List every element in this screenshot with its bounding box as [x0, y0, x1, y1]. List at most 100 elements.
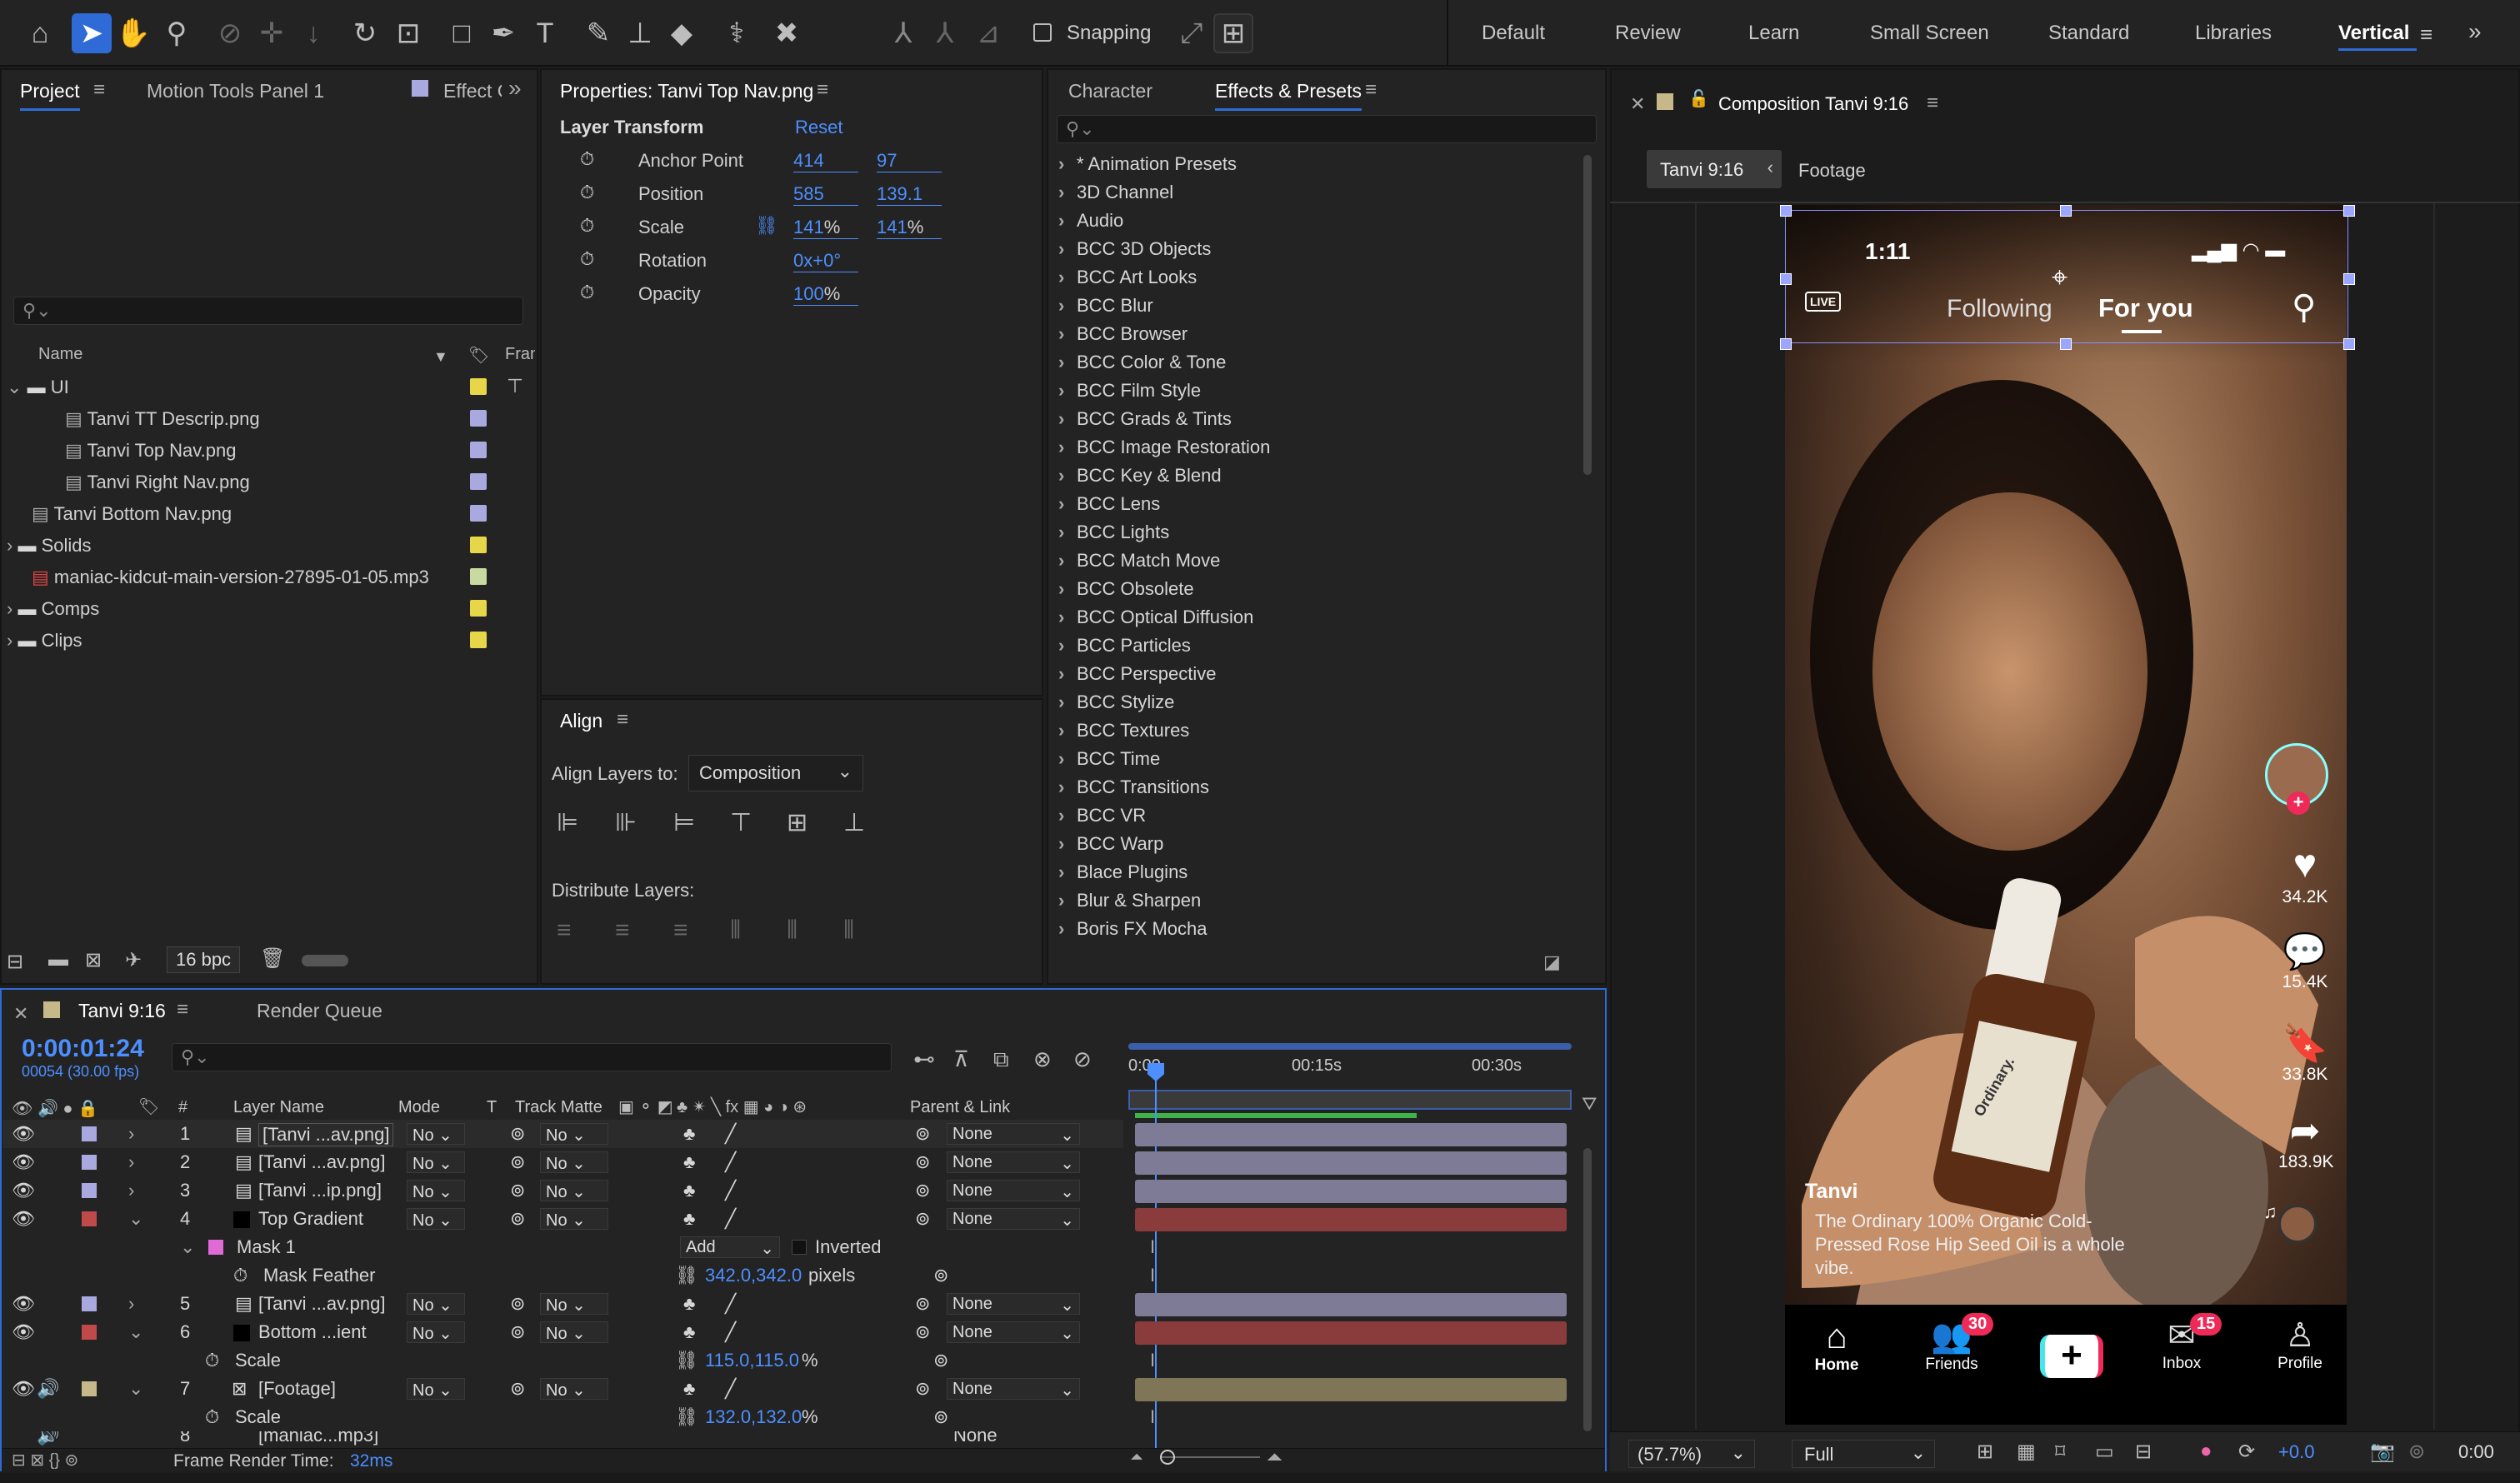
- time-navigator[interactable]: [1128, 1090, 1572, 1110]
- tab-motion-tools[interactable]: Motion Tools Panel 1: [147, 80, 324, 102]
- distribute-hcenter-icon[interactable]: ⦀: [787, 916, 798, 945]
- world-axis-icon[interactable]: ⅄: [925, 13, 965, 53]
- expand-icon[interactable]: ›: [128, 1151, 134, 1173]
- scale-value[interactable]: 115.0,115.0: [705, 1350, 799, 1371]
- like-button[interactable]: ♥ 34.2K: [2278, 841, 2332, 907]
- quality-switch-icon[interactable]: ╱: [725, 1208, 736, 1230]
- new-preset-icon[interactable]: ◪: [1543, 951, 1561, 973]
- expression-icon[interactable]: ⊚: [933, 1350, 948, 1371]
- layer-row[interactable]: 🔊 8 [maniac...mp3] None: [3, 1431, 1123, 1446]
- constrain-proportions-icon[interactable]: ⛓: [675, 1265, 698, 1286]
- effects-search-input[interactable]: ⚲⌄: [1057, 115, 1597, 143]
- expand-icon[interactable]: ›: [128, 1293, 134, 1315]
- scale-value[interactable]: 132.0,132.0: [705, 1406, 802, 1428]
- project-item-comps-folder[interactable]: › ▬ Comps: [7, 598, 99, 620]
- effects-category[interactable]: BCC Textures: [1058, 720, 1189, 742]
- workspace-vertical[interactable]: Vertical: [2338, 22, 2409, 45]
- shy-switch-icon[interactable]: ♣: [683, 1321, 695, 1343]
- track-matte-dropdown[interactable]: No ⌄: [540, 1378, 608, 1400]
- more-workspaces-icon[interactable]: »: [2468, 18, 2482, 45]
- layer-duration-bar[interactable]: [1135, 1378, 1567, 1401]
- layer-duration-bar[interactable]: [1135, 1151, 1567, 1175]
- layer-row[interactable]: 👁 › 1 ▤ [Tanvi ...av.png] No ⌄ ⊚ No ⌄ ♣ …: [3, 1120, 1123, 1148]
- transparency-grid-icon[interactable]: ▦: [2017, 1440, 2036, 1464]
- track-matte-dropdown[interactable]: No ⌄: [540, 1321, 608, 1343]
- expand-icon[interactable]: ›: [128, 1180, 134, 1201]
- exposure-value[interactable]: +0.0: [2278, 1441, 2314, 1463]
- preserve-transparency-icon[interactable]: ⊚: [510, 1293, 525, 1315]
- breadcrumb-footage[interactable]: Footage: [1798, 160, 1866, 182]
- position-y[interactable]: 139.1: [877, 183, 942, 206]
- track-matte-header[interactable]: Track Matte: [515, 1098, 602, 1117]
- distribute-top-icon[interactable]: ≡: [557, 916, 572, 945]
- project-item-audio[interactable]: ▤ maniac-kidcut-main-version-27895-01-05…: [32, 567, 429, 588]
- switches-header-icon[interactable]: ▣ ⚬ ◩: [618, 1096, 673, 1117]
- distribute-right-icon[interactable]: ⦀: [843, 916, 854, 945]
- anchor-point-x[interactable]: 414: [793, 150, 858, 172]
- layer-label-swatch[interactable]: [82, 1126, 97, 1141]
- properties-title[interactable]: Properties: Tanvi Top Nav.png: [560, 80, 813, 102]
- project-item-file[interactable]: ▤ Tanvi Right Nav.png: [65, 472, 250, 493]
- shy-switch-icon[interactable]: ♣: [683, 1151, 695, 1173]
- expand-icon[interactable]: ›: [128, 1123, 134, 1145]
- parent-value[interactable]: None: [953, 1431, 998, 1446]
- effects-menu-icon[interactable]: ≡: [1365, 78, 1377, 102]
- eraser-tool-icon[interactable]: ◆: [662, 13, 702, 53]
- parent-dropdown[interactable]: None ⌄: [947, 1321, 1080, 1343]
- anchor-point-icon[interactable]: ⌖: [2052, 262, 2068, 294]
- layer-name[interactable]: [Tanvi ...av.png]: [258, 1293, 385, 1315]
- home-icon[interactable]: ⌂: [20, 13, 60, 53]
- mode-dropdown[interactable]: No ⌄: [407, 1378, 465, 1400]
- orbit-camera-icon[interactable]: ⊘: [210, 13, 250, 53]
- zoom-dropdown[interactable]: (57.7%) ⌄: [1628, 1440, 1755, 1468]
- fast-previews-icon[interactable]: ⊞: [1977, 1440, 1993, 1464]
- mode-dropdown[interactable]: No ⌄: [407, 1123, 465, 1145]
- transform-handle[interactable]: [1780, 338, 1792, 350]
- quality-switch-icon[interactable]: ╱: [725, 1378, 736, 1400]
- create-button[interactable]: +: [2040, 1335, 2103, 1378]
- mode-dropdown[interactable]: No ⌄: [407, 1180, 465, 1201]
- pickwhip-icon[interactable]: ⊚: [915, 1321, 930, 1343]
- shy-switch-icon[interactable]: ♣: [683, 1293, 695, 1315]
- mask-feather-value[interactable]: 342.0,342.0: [705, 1265, 802, 1286]
- show-snapshot-icon[interactable]: ⊚: [2408, 1440, 2425, 1464]
- composition-menu-icon[interactable]: ≡: [1927, 92, 1938, 115]
- align-to-dropdown[interactable]: Composition ⌄: [688, 755, 863, 791]
- tab-render-queue[interactable]: Render Queue: [257, 1000, 382, 1022]
- effects-category[interactable]: BCC Lens: [1058, 493, 1160, 515]
- workspace-small-screen[interactable]: Small Screen: [1870, 22, 1989, 45]
- quality-switch-icon[interactable]: ╱: [725, 1180, 736, 1201]
- label-swatch[interactable]: [470, 537, 487, 553]
- eye-icon[interactable]: 👁: [12, 1180, 35, 1201]
- pickwhip-icon[interactable]: ⊚: [915, 1293, 930, 1315]
- dolly-camera-icon[interactable]: ↓: [293, 13, 333, 53]
- effects-category[interactable]: Audio: [1058, 210, 1123, 232]
- delete-icon[interactable]: 🗑: [260, 946, 285, 971]
- layer-label-swatch[interactable]: [82, 1155, 97, 1170]
- transform-handle[interactable]: [2060, 205, 2072, 217]
- position-x[interactable]: 585: [793, 183, 858, 206]
- transform-handle[interactable]: [2060, 338, 2072, 350]
- layer-label-swatch[interactable]: [82, 1381, 97, 1396]
- layer-duration-bar[interactable]: [1135, 1123, 1567, 1146]
- local-axis-icon[interactable]: ⅄: [883, 13, 923, 53]
- parent-dropdown[interactable]: None ⌄: [947, 1180, 1080, 1201]
- effects-scrollbar[interactable]: [1583, 155, 1592, 475]
- layer-duration-bar[interactable]: [1135, 1321, 1567, 1345]
- project-item-ui-folder[interactable]: ⌄ ▬ UI: [7, 377, 507, 398]
- preserve-transparency-icon[interactable]: ⊚: [510, 1321, 525, 1343]
- shy-switch-icon[interactable]: ♣: [683, 1123, 695, 1145]
- mask-feather-row[interactable]: ⏱ Mask Feather ⛓ 342.0,342.0 pixels ⊚: [3, 1261, 1123, 1290]
- align-top-icon[interactable]: ⊤: [730, 808, 752, 837]
- region-of-interest-icon[interactable]: ▭: [2095, 1440, 2114, 1464]
- column-frame-header[interactable]: Fran: [505, 345, 535, 364]
- effects-category[interactable]: 3D Channel: [1058, 182, 1173, 203]
- parent-dropdown[interactable]: None ⌄: [947, 1293, 1080, 1315]
- pickwhip-icon[interactable]: ⊚: [915, 1378, 930, 1400]
- stopwatch-icon[interactable]: ⏱: [580, 215, 594, 237]
- parent-dropdown[interactable]: None ⌄: [947, 1123, 1080, 1145]
- pickwhip-icon[interactable]: ⊚: [915, 1180, 930, 1201]
- effects-category[interactable]: BCC Art Looks: [1058, 267, 1197, 288]
- pan-behind-icon[interactable]: ⊡: [388, 13, 428, 53]
- constrain-proportions-icon[interactable]: ⛓: [755, 215, 778, 237]
